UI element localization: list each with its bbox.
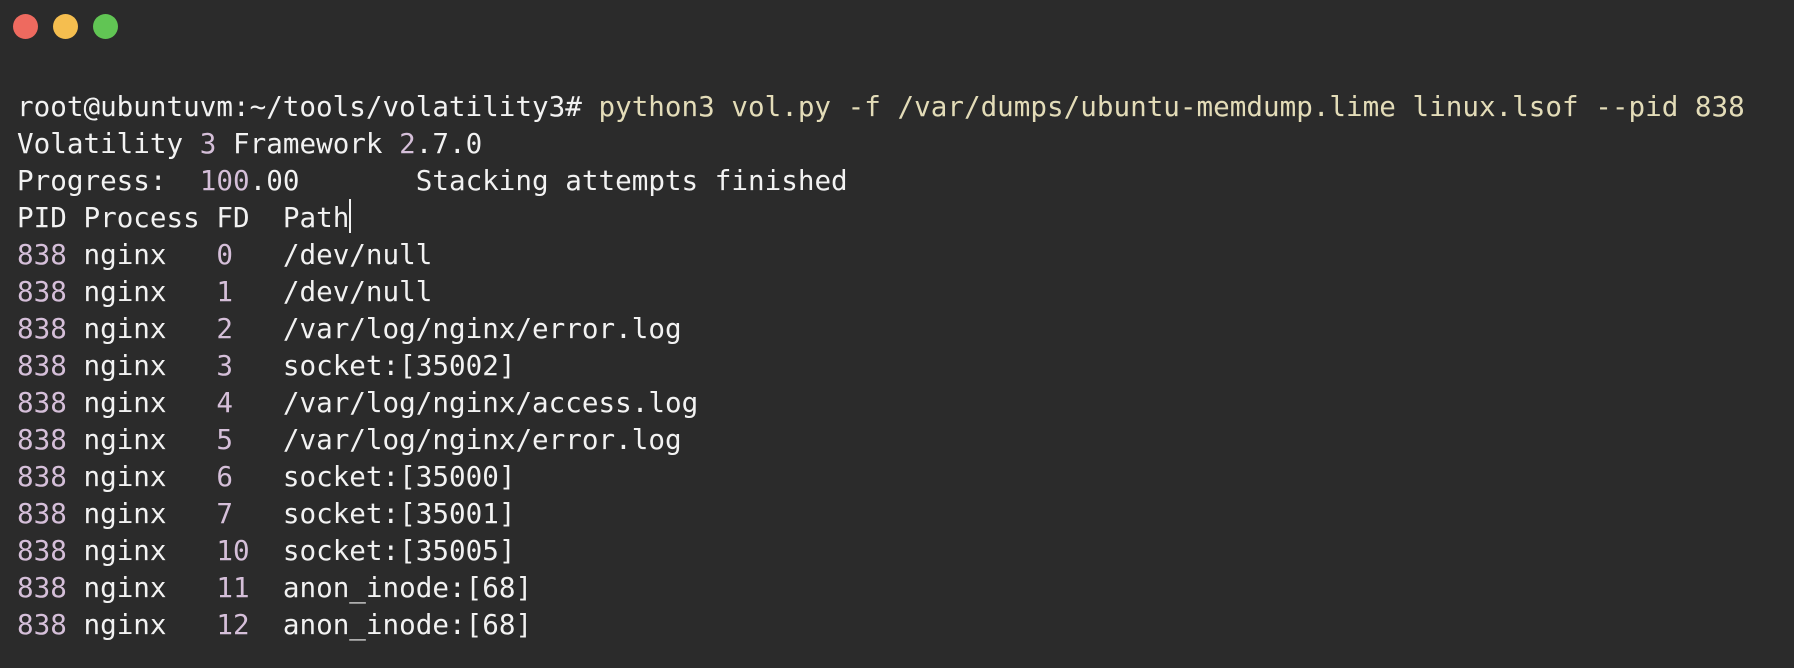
- row-path: socket:[35000]: [282, 460, 516, 493]
- table-row: 838 nginx 12 anon_inode:[68]: [17, 606, 1787, 643]
- row-pid: 838: [17, 312, 67, 345]
- row-fd: 0: [216, 238, 250, 271]
- row-fd: 1: [216, 275, 250, 308]
- command-line: root@ubuntuvm:~/tools/volatility3# pytho…: [17, 88, 1787, 125]
- row-pid: 838: [17, 275, 67, 308]
- row-pid: 838: [17, 571, 67, 604]
- header-process: Process: [83, 201, 200, 234]
- row-path: socket:[35002]: [282, 349, 516, 382]
- row-fd: 6: [216, 460, 250, 493]
- table-row: 838 nginx 6 socket:[35000]: [17, 458, 1787, 495]
- row-pid: 838: [17, 238, 67, 271]
- row-fd: 4: [216, 386, 250, 419]
- progress-value: 100.00: [199, 164, 300, 197]
- banner-line: Volatility 3 Framework 2.7.0: [17, 125, 1787, 162]
- row-path: anon_inode:[68]: [282, 608, 533, 641]
- row-process: nginx: [83, 497, 200, 530]
- row-path: /dev/null: [282, 238, 433, 271]
- table-row: 838 nginx 10 socket:[35005]: [17, 532, 1787, 569]
- progress-line: Progress: 100.00 Stacking attempts finis…: [17, 162, 1787, 199]
- row-pid: 838: [17, 497, 67, 530]
- row-process: nginx: [83, 349, 200, 382]
- row-fd: 3: [216, 349, 250, 382]
- row-path: /var/log/nginx/access.log: [282, 386, 699, 419]
- row-path: /var/log/nginx/error.log: [282, 423, 682, 456]
- row-pid: 838: [17, 460, 67, 493]
- row-fd: 11: [216, 571, 250, 604]
- row-process: nginx: [83, 460, 200, 493]
- header-path: Path: [282, 201, 350, 234]
- row-path: socket:[35001]: [282, 497, 516, 530]
- table-row: 838 nginx 0 /dev/null: [17, 236, 1787, 273]
- table-row: 838 nginx 11 anon_inode:[68]: [17, 569, 1787, 606]
- table-row: 838 nginx 3 socket:[35002]: [17, 347, 1787, 384]
- table-rows: 838 nginx 0 /dev/null 838 nginx 1 /dev/nu…: [17, 236, 1787, 643]
- window-controls: [13, 14, 118, 39]
- row-path: /dev/null: [282, 275, 433, 308]
- progress-label: Progress:: [17, 164, 167, 197]
- banner-name: Volatility: [17, 127, 184, 160]
- row-pid: 838: [17, 534, 67, 567]
- row-process: nginx: [83, 238, 200, 271]
- row-process: nginx: [83, 534, 200, 567]
- close-button[interactable]: [13, 14, 38, 39]
- row-process: nginx: [83, 571, 200, 604]
- minimize-button[interactable]: [53, 14, 78, 39]
- row-path: anon_inode:[68]: [282, 571, 533, 604]
- table-row: 838 nginx 4 /var/log/nginx/access.log: [17, 384, 1787, 421]
- table-header: PID Process FD Path: [17, 199, 1787, 236]
- row-fd: 12: [216, 608, 250, 641]
- row-pid: 838: [17, 386, 67, 419]
- row-fd: 2: [216, 312, 250, 345]
- command: python3 vol.py -f /var/dumps/ubuntu-memd…: [598, 90, 1745, 123]
- header-fd: FD: [216, 201, 250, 234]
- row-fd: 5: [216, 423, 250, 456]
- row-process: nginx: [83, 386, 200, 419]
- row-pid: 838: [17, 349, 67, 382]
- row-process: nginx: [83, 312, 200, 345]
- row-process: nginx: [83, 423, 200, 456]
- banner-framework: Framework: [233, 127, 383, 160]
- maximize-button[interactable]: [93, 14, 118, 39]
- row-path: /var/log/nginx/error.log: [282, 312, 682, 345]
- banner-version: 2.7.0: [399, 127, 483, 160]
- terminal-output[interactable]: root@ubuntuvm:~/tools/volatility3# pytho…: [17, 88, 1787, 643]
- text-cursor: [349, 199, 352, 233]
- row-fd: 10: [216, 534, 250, 567]
- progress-status: Stacking attempts finished: [415, 164, 848, 197]
- row-path: socket:[35005]: [282, 534, 516, 567]
- table-row: 838 nginx 7 socket:[35001]: [17, 495, 1787, 532]
- row-process: nginx: [83, 275, 200, 308]
- table-row: 838 nginx 2 /var/log/nginx/error.log: [17, 310, 1787, 347]
- header-pid: PID: [17, 201, 67, 234]
- row-pid: 838: [17, 608, 67, 641]
- table-row: 838 nginx 5 /var/log/nginx/error.log: [17, 421, 1787, 458]
- table-row: 838 nginx 1 /dev/null: [17, 273, 1787, 310]
- banner-major: 3: [199, 127, 217, 160]
- prompt: root@ubuntuvm:~/tools/volatility3#: [17, 90, 582, 123]
- row-pid: 838: [17, 423, 67, 456]
- row-process: nginx: [83, 608, 200, 641]
- row-fd: 7: [216, 497, 250, 530]
